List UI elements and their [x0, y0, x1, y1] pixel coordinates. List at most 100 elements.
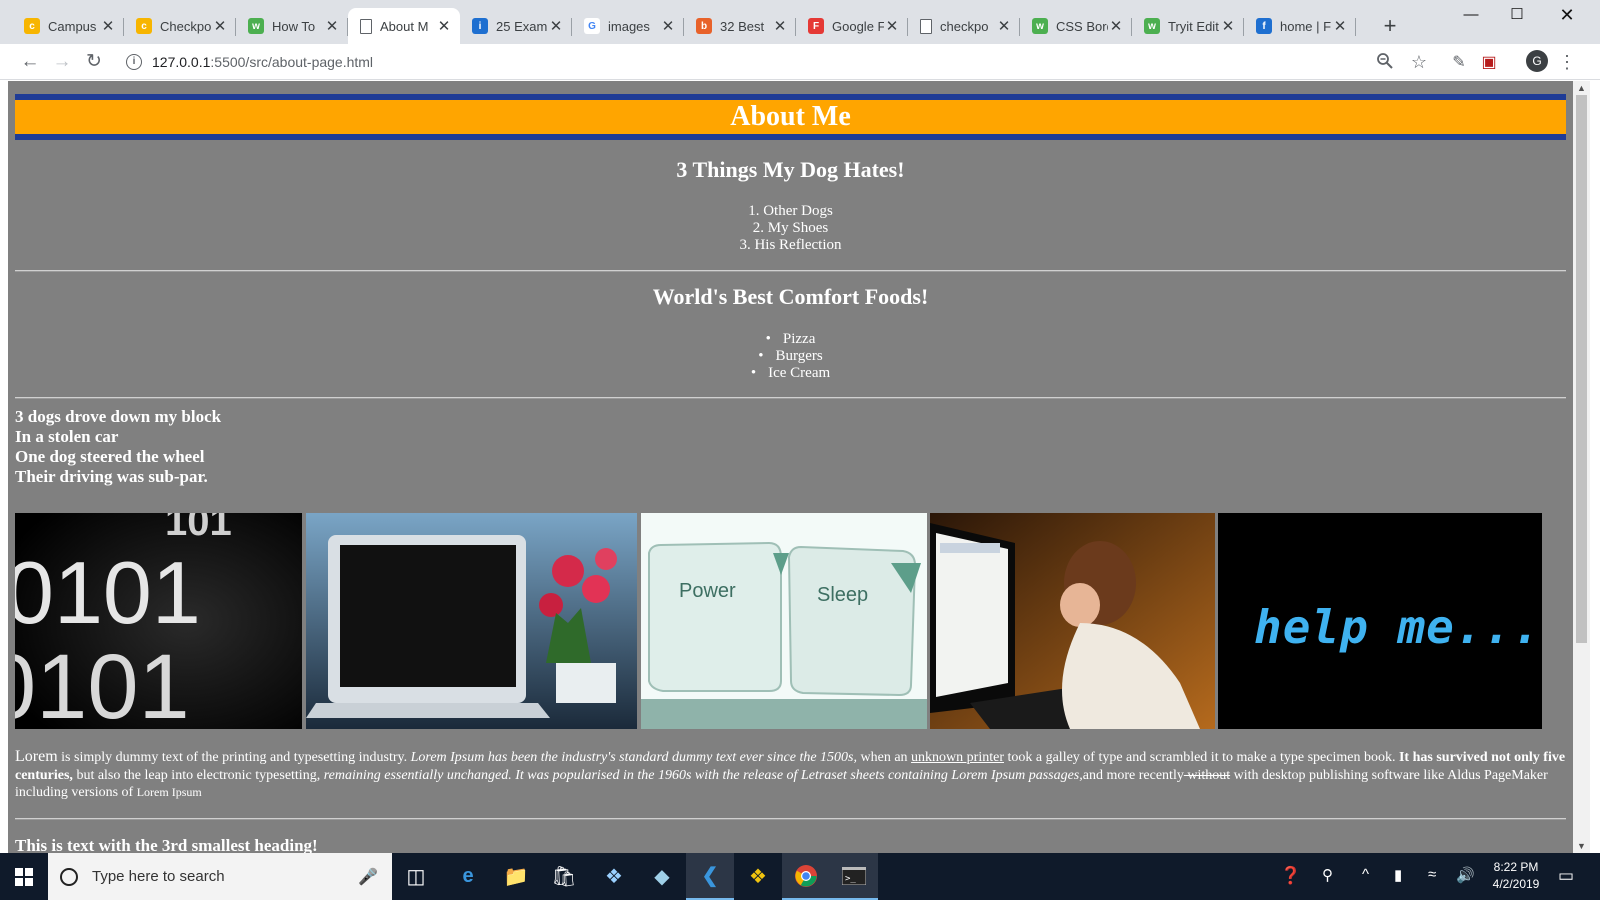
- list-item: Pizza: [15, 331, 1566, 348]
- clock-time: 8:22 PM: [1493, 860, 1539, 874]
- tab-favicon-icon: w: [1144, 18, 1160, 34]
- tab-close-icon[interactable]: ✕: [884, 17, 900, 35]
- close-window-button[interactable]: ✕: [1544, 0, 1590, 30]
- file-explorer-icon[interactable]: 📁: [492, 853, 540, 900]
- wifi-icon[interactable]: ≈: [1428, 866, 1436, 883]
- notification-icon[interactable]: ▭: [1558, 866, 1574, 886]
- dropbox-icon[interactable]: ❖: [590, 853, 638, 900]
- text-run: when an: [857, 750, 912, 765]
- browser-tab[interactable]: c Campus ✕: [12, 8, 124, 44]
- battery-icon[interactable]: ▮: [1394, 866, 1402, 884]
- help-icon[interactable]: ❓: [1280, 866, 1301, 886]
- clock-date: 4/2/2019: [1492, 877, 1540, 891]
- tab-title: CSS Bord: [1056, 18, 1108, 34]
- page-scrollbar[interactable]: ▲ ▼: [1573, 81, 1590, 853]
- profile-avatar[interactable]: G: [1526, 50, 1548, 72]
- italic-run: remaining essentially unchanged. It was …: [323, 767, 1083, 783]
- list-item: Ice Cream: [15, 365, 1566, 382]
- browser-tab[interactable]: b 32 Best ✕: [684, 8, 796, 44]
- scroll-down-arrow-icon[interactable]: ▼: [1576, 841, 1587, 851]
- chevron-up-icon[interactable]: ^: [1362, 866, 1369, 883]
- browser-tab[interactable]: F Google F ✕: [796, 8, 908, 44]
- pdf-extension-icon[interactable]: ▣: [1478, 52, 1500, 72]
- taskbar-search-box[interactable]: Type here to search 🎤: [48, 853, 392, 900]
- microphone-icon[interactable]: 🎤: [358, 867, 378, 887]
- list-item: Burgers: [15, 348, 1566, 365]
- chrome-icon[interactable]: [782, 853, 830, 900]
- minimize-button[interactable]: —: [1448, 0, 1494, 30]
- list-item: 3. His Reflection: [739, 237, 842, 253]
- menu-dots-icon[interactable]: ⋮: [1556, 52, 1578, 72]
- eyedropper-extension-icon[interactable]: ✎: [1448, 52, 1470, 72]
- store-icon[interactable]: 🛍: [540, 853, 588, 900]
- tab-favicon-icon: [360, 18, 372, 34]
- scroll-up-arrow-icon[interactable]: ▲: [1576, 83, 1587, 93]
- people-icon[interactable]: ⚲: [1322, 866, 1333, 884]
- edge-browser-icon[interactable]: e: [444, 853, 492, 900]
- tab-title: Google F: [832, 18, 884, 34]
- browser-tab[interactable]: f home | F ✕: [1244, 8, 1356, 44]
- site-info-icon[interactable]: i: [126, 54, 142, 70]
- browser-tab[interactable]: c Checkpo ✕: [124, 8, 236, 44]
- bookmark-star-icon[interactable]: ☆: [1408, 52, 1430, 72]
- svg-text:>_: >_: [845, 874, 856, 884]
- cortana-icon: [60, 867, 78, 886]
- tab-close-icon[interactable]: ✕: [772, 17, 788, 35]
- browser-tab[interactable]: checkpo ✕: [908, 8, 1020, 44]
- lorem-paragraph: Lorem is simply dummy text of the printi…: [15, 748, 1568, 802]
- about-page: About Me 3 Things My Dog Hates! 1. Other…: [8, 81, 1573, 853]
- svg-text:0101: 0101: [15, 543, 201, 642]
- volume-icon[interactable]: 🔊: [1456, 866, 1475, 884]
- url-path: :5500/src/about-page.html: [210, 54, 374, 70]
- browser-tab[interactable]: Gimages ✕: [572, 8, 684, 44]
- scrollbar-thumb[interactable]: [1576, 95, 1587, 643]
- dog-hates-list: 1. Other Dogs 2. My Shoes 3. His Reflect…: [15, 203, 1566, 254]
- terminal-icon[interactable]: >_: [830, 853, 878, 900]
- task-view-icon[interactable]: ◫: [392, 853, 440, 900]
- reload-icon[interactable]: ↻: [80, 48, 108, 76]
- tab-close-icon[interactable]: ✕: [548, 17, 564, 35]
- tab-close-icon[interactable]: ✕: [1108, 17, 1124, 35]
- poem-line: In a stolen car: [15, 427, 119, 446]
- git-kraken-icon[interactable]: ❖: [734, 853, 782, 900]
- taskbar-clock[interactable]: 8:22 PM 4/2/2019: [1476, 859, 1556, 893]
- page-banner-title: About Me: [15, 94, 1566, 140]
- page-viewport: About Me 3 Things My Dog Hates! 1. Other…: [0, 81, 1600, 853]
- forward-arrow-icon[interactable]: →: [48, 48, 76, 76]
- tab-close-icon[interactable]: ✕: [212, 17, 228, 35]
- tab-close-icon[interactable]: ✕: [1220, 17, 1236, 35]
- tab-close-icon[interactable]: ✕: [324, 17, 340, 35]
- baby-at-computer-image: [930, 513, 1215, 729]
- list-item: 2. My Shoes: [752, 220, 829, 236]
- browser-tab[interactable]: w CSS Bord✕: [1020, 8, 1132, 44]
- maximize-button[interactable]: ☐: [1494, 0, 1540, 30]
- tab-title: Checkpo: [160, 18, 212, 34]
- small-run: Lorem Ipsum: [136, 785, 202, 799]
- dog-hates-heading: 3 Things My Dog Hates!: [676, 157, 905, 182]
- browser-tab[interactable]: About M ✕: [348, 8, 460, 44]
- zoom-icon[interactable]: [1374, 52, 1396, 72]
- back-arrow-icon[interactable]: ←: [16, 48, 44, 76]
- tab-close-icon[interactable]: ✕: [660, 17, 676, 35]
- new-tab-button[interactable]: +: [1376, 13, 1404, 39]
- tab-close-icon[interactable]: ✕: [100, 17, 116, 35]
- browser-tab[interactable]: w Tryit Edit ✕: [1132, 8, 1244, 44]
- help-me-text: help me...: [1254, 600, 1541, 654]
- text-run: and more recently: [1082, 767, 1184, 783]
- tab-title: How To: [272, 18, 316, 34]
- tab-close-icon[interactable]: ✕: [436, 17, 452, 35]
- browser-tab[interactable]: i 25 Exam ✕: [460, 8, 572, 44]
- browser-tab[interactable]: w How To ✕: [236, 8, 348, 44]
- tab-favicon-icon: [920, 18, 932, 34]
- help-me-screen-image: help me...: [1218, 513, 1542, 729]
- vscode-icon[interactable]: ❮: [686, 853, 734, 900]
- windows-start-icon[interactable]: [0, 853, 47, 900]
- tab-title: 25 Exam: [496, 18, 548, 34]
- sticky-app-icon[interactable]: ◆: [638, 853, 686, 900]
- divider: [15, 397, 1566, 399]
- tab-close-icon[interactable]: ✕: [1332, 17, 1348, 35]
- address-bar[interactable]: i 127.0.0.1:5500/src/about-page.html: [118, 48, 1422, 76]
- tab-close-icon[interactable]: ✕: [996, 17, 1012, 35]
- browser-toolbar: ← → ↻ i 127.0.0.1:5500/src/about-page.ht…: [0, 44, 1600, 80]
- italic-run: Lorem Ipsum has been the industry's stan…: [410, 750, 857, 765]
